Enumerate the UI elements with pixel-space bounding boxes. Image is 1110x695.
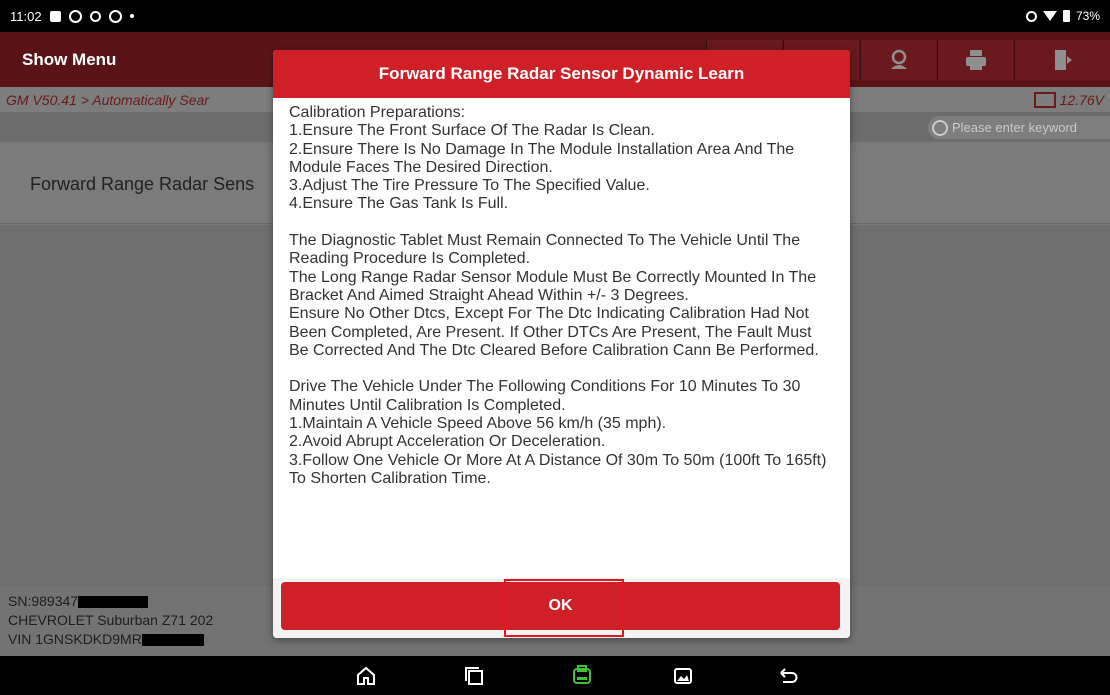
- gallery-button[interactable]: [671, 664, 695, 688]
- recents-icon: [465, 667, 483, 685]
- image-icon: [49, 10, 61, 22]
- dot-icon: [129, 14, 134, 18]
- vin-number: VIN 1GNSKDKD9MR: [8, 631, 142, 647]
- list-item-label: Forward Range Radar Sens: [30, 174, 255, 194]
- recents-button[interactable]: [462, 664, 486, 688]
- battery-level: 73%: [1075, 9, 1100, 23]
- dialog-title: Forward Range Radar Sensor Dynamic Learn: [273, 50, 850, 98]
- home-button[interactable]: [354, 664, 378, 688]
- feedback-icon: [890, 49, 907, 69]
- dialog-body-text[interactable]: Calibration Preparations: 1.Ensure The F…: [273, 98, 850, 578]
- highlight-annotation: [504, 579, 624, 637]
- serial-number: SN:989347: [8, 593, 79, 609]
- android-nav-bar: [0, 656, 1110, 695]
- feedback-button[interactable]: [860, 40, 936, 80]
- battery-icon: [1062, 10, 1070, 22]
- gear-icon: [68, 9, 82, 23]
- search-placeholder: Please enter keyword: [952, 120, 1078, 135]
- print-button[interactable]: [937, 40, 1013, 80]
- redaction-bar: [78, 596, 149, 609]
- vibrate-icon: [1025, 10, 1037, 22]
- car-battery-icon: [1033, 91, 1056, 108]
- exit-button[interactable]: [1014, 40, 1110, 80]
- voltage-display: 12.76V: [1033, 91, 1104, 108]
- home-icon: [357, 666, 375, 685]
- show-menu-button[interactable]: Show Menu: [0, 50, 300, 70]
- breadcrumb-path: GM V50.41 > Automatically Sear: [6, 91, 209, 108]
- search-input[interactable]: Please enter keyword: [928, 116, 1110, 139]
- bluetooth-icon: [108, 9, 122, 23]
- vci-button[interactable]: [570, 664, 594, 688]
- dialog-footer: OK: [273, 578, 850, 638]
- search-icon: [932, 119, 948, 136]
- exit-icon: [1054, 50, 1072, 70]
- back-icon: [780, 668, 798, 683]
- wifi-icon: [1042, 11, 1057, 21]
- gallery-icon: [674, 668, 692, 684]
- status-time: 11:02: [10, 8, 42, 24]
- back-button[interactable]: [776, 664, 800, 688]
- voltage-value: 12.76V: [1059, 91, 1104, 108]
- vci-icon: [573, 665, 591, 684]
- print-icon: [965, 50, 986, 70]
- dynamic-learn-dialog: Forward Range Radar Sensor Dynamic Learn…: [273, 50, 850, 638]
- usb-icon: [89, 10, 101, 22]
- status-bar: 11:02 73%: [0, 0, 1110, 32]
- redaction-bar: [141, 634, 204, 647]
